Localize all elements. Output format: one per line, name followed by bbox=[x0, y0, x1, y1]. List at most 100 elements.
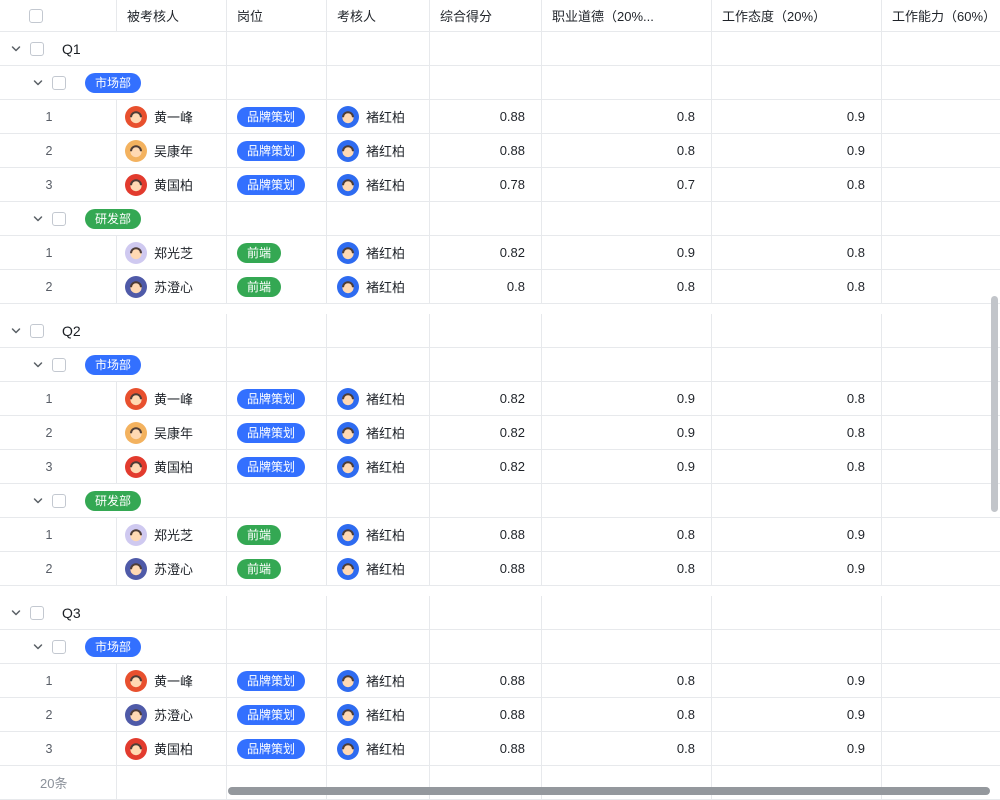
department-checkbox[interactable] bbox=[52, 76, 66, 90]
empty-cell bbox=[327, 630, 430, 663]
assessee-avatar bbox=[125, 422, 147, 444]
department-title-cell: 研发部 bbox=[0, 202, 227, 235]
table-row[interactable]: 2吴康年品牌策划褚红柏0.880.80.9 bbox=[0, 134, 1000, 168]
group-checkbox[interactable] bbox=[30, 606, 44, 620]
group-checkbox[interactable] bbox=[30, 324, 44, 338]
empty-cell bbox=[712, 596, 882, 629]
empty-cell bbox=[227, 314, 327, 347]
ethics-score-cell: 0.7 bbox=[542, 168, 712, 201]
department-checkbox[interactable] bbox=[52, 212, 66, 226]
row-index-cell: 1 bbox=[0, 236, 117, 269]
empty-cell bbox=[227, 596, 327, 629]
assessee-avatar bbox=[125, 174, 147, 196]
table-row[interactable]: 1郑光芝前端褚红柏0.820.90.8 bbox=[0, 236, 1000, 270]
assessee-cell: 郑光芝 bbox=[117, 518, 227, 551]
row-index-cell: 3 bbox=[0, 450, 117, 483]
empty-cell bbox=[227, 32, 327, 65]
assessor-cell: 褚红柏 bbox=[327, 270, 430, 303]
chevron-down-icon[interactable] bbox=[32, 495, 44, 507]
assessor-name: 褚红柏 bbox=[366, 559, 405, 578]
assessor-avatar bbox=[337, 140, 359, 162]
ethics-score-value: 0.9 bbox=[677, 245, 695, 260]
department-row[interactable]: 市场部 bbox=[0, 630, 1000, 664]
department-badge: 市场部 bbox=[85, 73, 141, 93]
department-row[interactable]: 市场部 bbox=[0, 348, 1000, 382]
group-checkbox[interactable] bbox=[30, 42, 44, 56]
attitude-score-value: 0.8 bbox=[847, 425, 865, 440]
row-index: 2 bbox=[40, 144, 58, 158]
table-row[interactable]: 3黄国柏品牌策划褚红柏0.880.80.9 bbox=[0, 732, 1000, 766]
attitude-score-cell: 0.9 bbox=[712, 134, 882, 167]
department-checkbox[interactable] bbox=[52, 358, 66, 372]
horizontal-scrollbar[interactable] bbox=[228, 787, 990, 795]
attitude-score-cell: 0.8 bbox=[712, 168, 882, 201]
ability-score-cell bbox=[882, 416, 1000, 449]
assessor-name: 褚红柏 bbox=[366, 107, 405, 126]
composite-score-value: 0.88 bbox=[500, 707, 525, 722]
table-row[interactable]: 2吴康年品牌策划褚红柏0.820.90.8 bbox=[0, 416, 1000, 450]
table-row[interactable]: 2苏澄心前端褚红柏0.880.80.9 bbox=[0, 552, 1000, 586]
position-cell: 品牌策划 bbox=[227, 100, 327, 133]
assessor-avatar bbox=[337, 704, 359, 726]
assessee-name: 郑光芝 bbox=[154, 243, 193, 262]
vertical-scrollbar[interactable] bbox=[991, 296, 998, 512]
chevron-down-icon[interactable] bbox=[10, 325, 22, 337]
row-index-cell: 2 bbox=[0, 552, 117, 585]
chevron-down-icon[interactable] bbox=[10, 607, 22, 619]
department-checkbox[interactable] bbox=[52, 494, 66, 508]
department-row[interactable]: 研发部 bbox=[0, 202, 1000, 236]
row-index-cell: 3 bbox=[0, 168, 117, 201]
attitude-score-cell: 0.8 bbox=[712, 382, 882, 415]
group-row[interactable]: Q1 bbox=[0, 32, 1000, 66]
attitude-score-value: 0.8 bbox=[847, 177, 865, 192]
chevron-down-icon[interactable] bbox=[32, 641, 44, 653]
department-checkbox[interactable] bbox=[52, 640, 66, 654]
department-badge: 研发部 bbox=[85, 491, 141, 511]
empty-cell bbox=[712, 630, 882, 663]
attitude-score-value: 0.8 bbox=[847, 391, 865, 406]
composite-score-value: 0.78 bbox=[500, 177, 525, 192]
table-row[interactable]: 1黄一峰品牌策划褚红柏0.820.90.8 bbox=[0, 382, 1000, 416]
column-header-label: 考核人 bbox=[327, 6, 376, 25]
chevron-down-icon[interactable] bbox=[32, 77, 44, 89]
table-row[interactable]: 3黄国柏品牌策划褚红柏0.780.70.8 bbox=[0, 168, 1000, 202]
column-header-label: 综合得分 bbox=[430, 6, 492, 25]
composite-score-cell: 0.88 bbox=[430, 134, 542, 167]
column-header-label: 岗位 bbox=[227, 6, 263, 25]
table-row[interactable]: 1郑光芝前端褚红柏0.880.80.9 bbox=[0, 518, 1000, 552]
row-index: 2 bbox=[40, 426, 58, 440]
department-row[interactable]: 研发部 bbox=[0, 484, 1000, 518]
table-row[interactable]: 3黄国柏品牌策划褚红柏0.820.90.8 bbox=[0, 450, 1000, 484]
record-count: 20条 bbox=[40, 773, 67, 792]
chevron-down-icon[interactable] bbox=[10, 43, 22, 55]
department-row[interactable]: 市场部 bbox=[0, 66, 1000, 100]
ability-score-cell bbox=[882, 270, 1000, 303]
ethics-score-cell: 0.9 bbox=[542, 382, 712, 415]
table-row[interactable]: 1黄一峰品牌策划褚红柏0.880.80.9 bbox=[0, 100, 1000, 134]
select-all-checkbox[interactable] bbox=[29, 9, 43, 23]
empty-cell bbox=[542, 202, 712, 235]
table-row[interactable]: 2苏澄心前端褚红柏0.80.80.8 bbox=[0, 270, 1000, 304]
chevron-down-icon[interactable] bbox=[32, 359, 44, 371]
group-row[interactable]: Q2 bbox=[0, 314, 1000, 348]
ethics-score-value: 0.8 bbox=[677, 741, 695, 756]
empty-cell bbox=[882, 484, 1000, 517]
table-row[interactable]: 2苏澄心品牌策划褚红柏0.880.80.9 bbox=[0, 698, 1000, 732]
assessee-name: 苏澄心 bbox=[154, 559, 193, 578]
assessee-name: 黄国柏 bbox=[154, 739, 193, 758]
row-index: 2 bbox=[40, 562, 58, 576]
position-cell: 品牌策划 bbox=[227, 450, 327, 483]
table-row[interactable]: 1黄一峰品牌策划褚红柏0.880.80.9 bbox=[0, 664, 1000, 698]
empty-cell bbox=[882, 66, 1000, 99]
assessor-cell: 褚红柏 bbox=[327, 732, 430, 765]
chevron-down-icon[interactable] bbox=[32, 213, 44, 225]
empty-cell bbox=[430, 66, 542, 99]
attitude-score-cell: 0.8 bbox=[712, 416, 882, 449]
empty-cell bbox=[327, 348, 430, 381]
ethics-score-cell: 0.8 bbox=[542, 664, 712, 697]
group-row[interactable]: Q3 bbox=[0, 596, 1000, 630]
composite-score-value: 0.82 bbox=[500, 459, 525, 474]
empty-cell bbox=[327, 202, 430, 235]
ethics-score-value: 0.8 bbox=[677, 673, 695, 688]
row-index-cell: 2 bbox=[0, 698, 117, 731]
